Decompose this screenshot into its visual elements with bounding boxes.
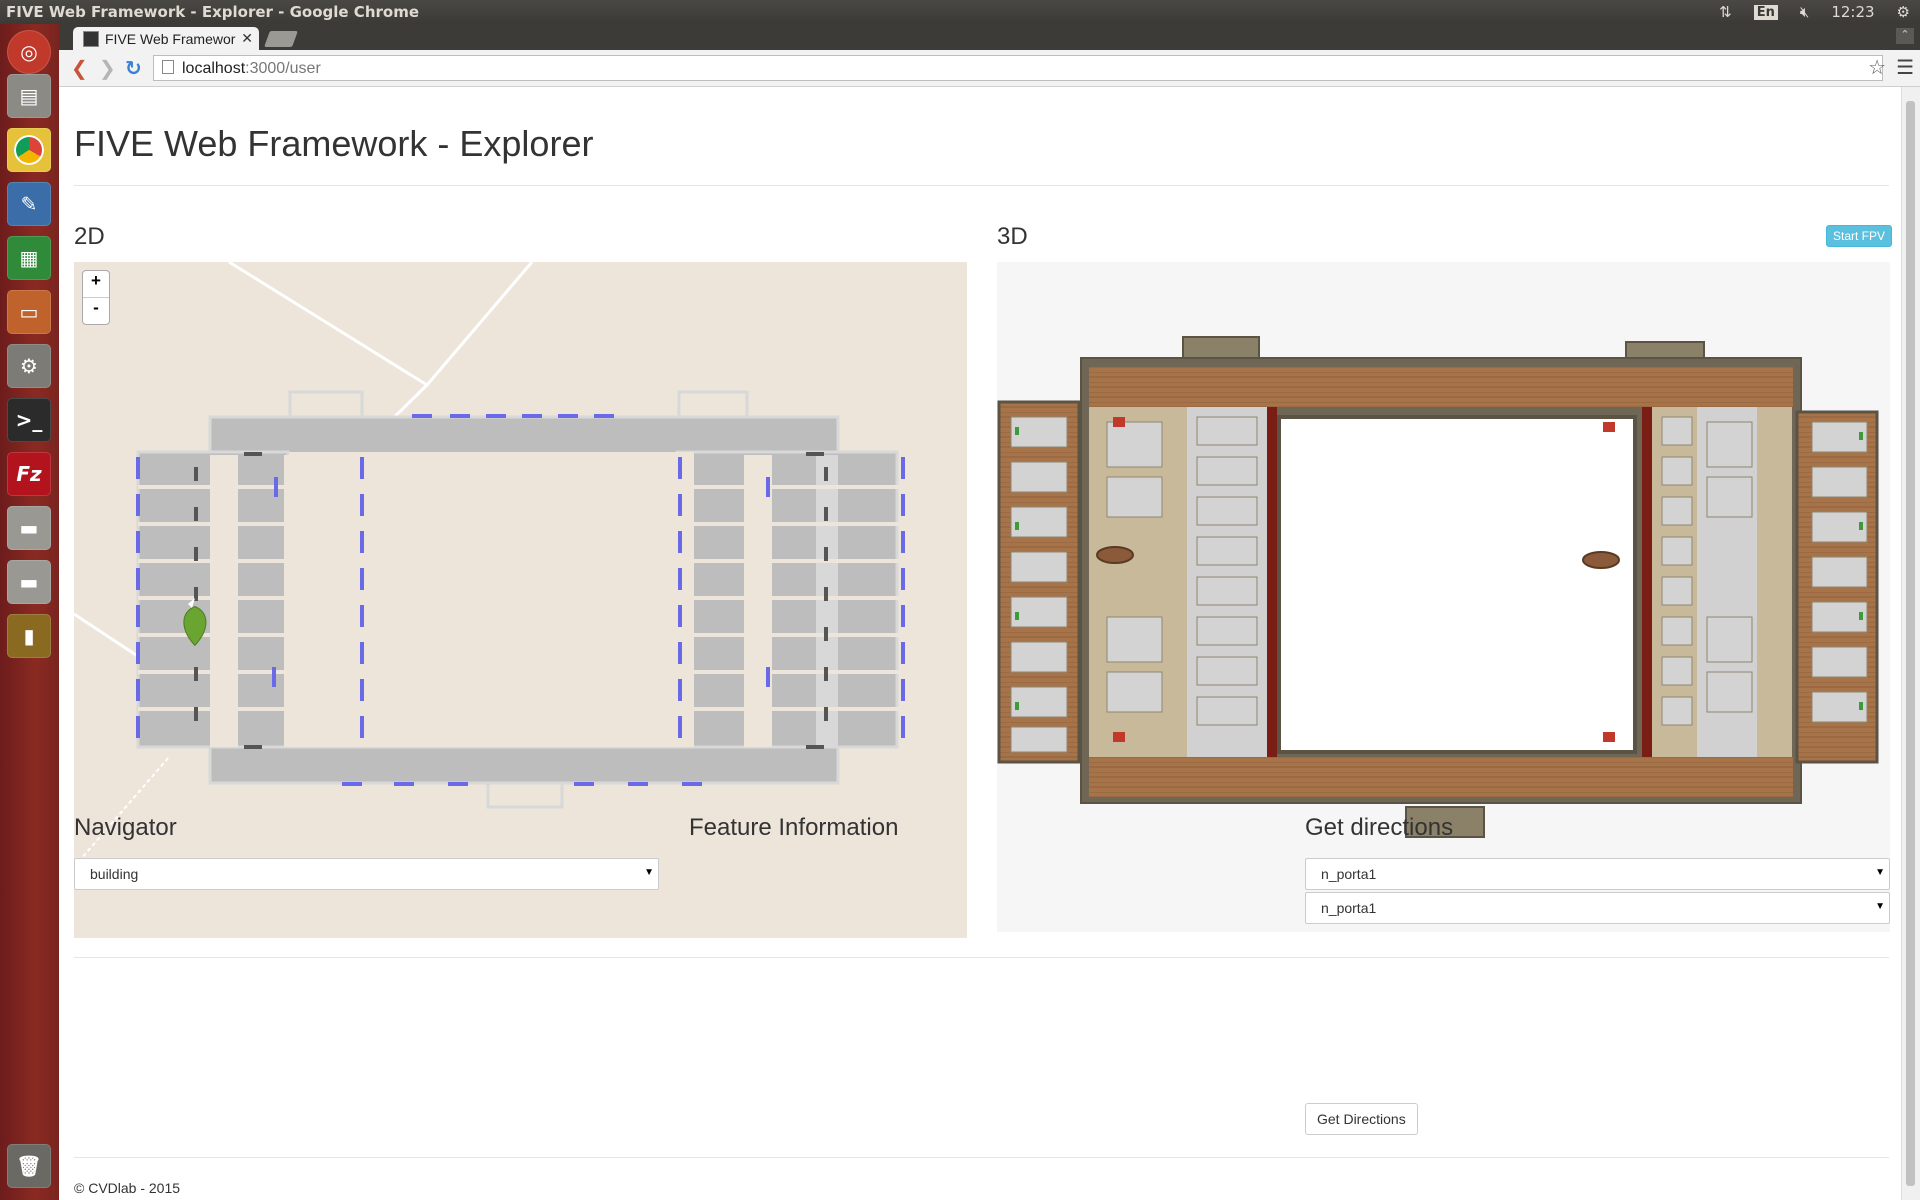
3d-building	[997, 336, 1879, 838]
zoom-out-button[interactable]: -	[83, 297, 109, 324]
panel-3d-heading: 3D	[997, 223, 1028, 250]
ubuntu-dash-icon[interactable]: ◎	[7, 30, 51, 74]
impress-icon[interactable]: ▭	[7, 290, 51, 334]
page-content: FIVE Web Framework - Explorer 2D 3D Star…	[59, 87, 1902, 1200]
navigation-bar: ❮ ❯ ↻ localhost:3000/user ☆ ☰	[59, 52, 1920, 84]
divider	[74, 1157, 1889, 1158]
feature-information-heading: Feature Information	[689, 814, 899, 841]
navigator-heading: Navigator	[74, 814, 177, 841]
url-host: localhost	[182, 60, 246, 77]
chevron-down-icon: ▼	[1875, 901, 1885, 912]
footer-copyright: © CVDlab - 2015	[74, 1180, 181, 1196]
browser-chrome: FIVE Web Framewor ✕ ⌃ ❮ ❯ ↻ localhost:30…	[59, 24, 1920, 87]
get-directions-button[interactable]: Get Directions	[1305, 1103, 1418, 1135]
writer-icon[interactable]: ✎	[7, 182, 51, 226]
system-tray: ⇅ En 🔇︎ 12:23 ⚙	[1719, 3, 1910, 21]
page-title: FIVE Web Framework - Explorer	[74, 123, 594, 164]
tab-title: FIVE Web Framewor	[105, 30, 236, 47]
browser-tab[interactable]: FIVE Web Framewor ✕	[73, 27, 259, 50]
back-icon[interactable]: ❮	[71, 56, 88, 80]
chevron-down-icon: ▼	[644, 867, 654, 878]
directions-from-select[interactable]: n_porta1 ▼	[1305, 858, 1890, 890]
system-top-panel: FIVE Web Framework - Explorer - Google C…	[0, 0, 1920, 24]
terminal-icon[interactable]: >_	[7, 398, 51, 442]
panel-2d-heading: 2D	[74, 223, 105, 250]
filezilla-icon[interactable]: Fz	[7, 452, 51, 496]
directions-from-value: n_porta1	[1321, 866, 1377, 882]
drive-icon[interactable]: ▬	[7, 506, 51, 550]
courtyard	[314, 452, 694, 747]
navigator-select[interactable]: building ▼	[74, 858, 659, 890]
new-tab-button[interactable]	[264, 31, 298, 47]
files-icon[interactable]: ▤	[7, 74, 51, 118]
chrome-icon[interactable]	[7, 128, 51, 172]
directions-to-value: n_porta1	[1321, 900, 1377, 916]
tab-strip: FIVE Web Framewor ✕ ⌃	[59, 24, 1920, 50]
address-bar[interactable]: localhost:3000/user	[153, 55, 1883, 81]
page-icon	[162, 60, 174, 74]
get-directions-heading: Get directions	[1305, 814, 1454, 841]
divider	[74, 957, 1889, 958]
bookmark-star-icon[interactable]: ☆	[1868, 55, 1886, 80]
menu-icon[interactable]: ☰	[1896, 55, 1914, 80]
drive-icon[interactable]: ▬	[7, 560, 51, 604]
usb-drive-icon[interactable]: ▮	[7, 614, 51, 658]
window-control-icon[interactable]: ⌃	[1896, 28, 1914, 44]
volume-muted-icon[interactable]: 🔇︎	[1800, 3, 1809, 21]
url-path: :3000/user	[245, 60, 321, 77]
divider	[74, 185, 1889, 186]
launcher: ◎ ▤ ✎ ▦ ▭ ⚙ >_ Fz ▬ ▬ ▮ 🗑︎	[0, 24, 60, 1200]
page-scrollbar[interactable]	[1901, 87, 1920, 1200]
navigator-selected-value: building	[90, 866, 139, 882]
window-title: FIVE Web Framework - Explorer - Google C…	[6, 3, 419, 21]
calc-icon[interactable]: ▦	[7, 236, 51, 280]
network-icon[interactable]: ⇅	[1719, 3, 1732, 21]
directions-to-select[interactable]: n_porta1 ▼	[1305, 892, 1890, 924]
favicon-icon	[83, 30, 99, 47]
start-fpv-button[interactable]: Start FPV	[1826, 225, 1893, 247]
chevron-down-icon: ▼	[1875, 867, 1885, 878]
keyboard-layout-indicator[interactable]: En	[1753, 4, 1778, 20]
reload-icon[interactable]: ↻	[125, 56, 142, 80]
scrollbar-thumb[interactable]	[1906, 101, 1915, 1186]
gear-icon[interactable]: ⚙	[1897, 3, 1910, 21]
zoom-control: + -	[82, 270, 110, 325]
zoom-in-button[interactable]: +	[83, 271, 109, 297]
forward-icon[interactable]: ❯	[99, 56, 116, 80]
close-tab-icon[interactable]: ✕	[241, 30, 253, 47]
trash-icon[interactable]: 🗑︎	[7, 1144, 51, 1188]
settings-icon[interactable]: ⚙	[7, 344, 51, 388]
clock[interactable]: 12:23	[1831, 3, 1874, 21]
